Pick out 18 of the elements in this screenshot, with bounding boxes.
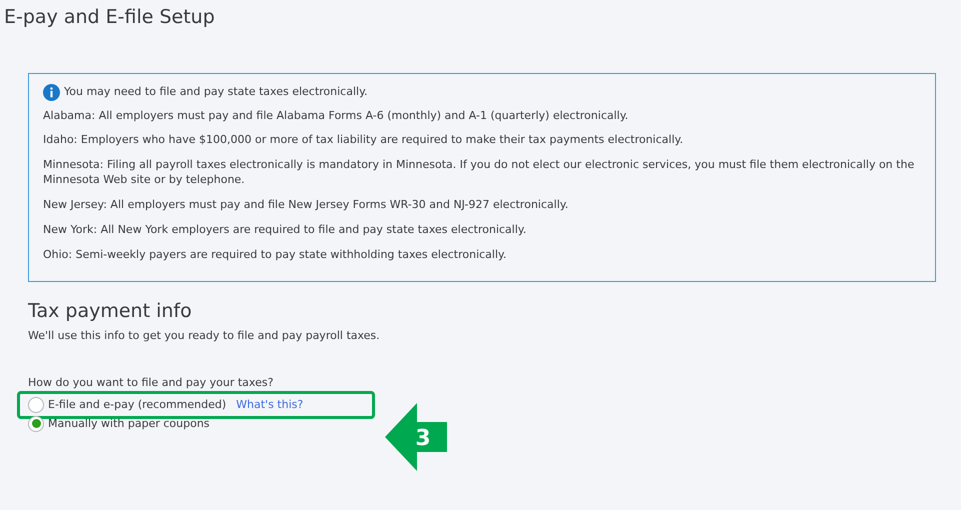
- state-requirement-text: Minnesota: Filing all payroll taxes electronically is mandatory in Minnesota. If you do not elect our electronic services, you must file them electronically on the Minnesota Web site or by telephone.: [43, 158, 916, 188]
- question-label: How do you want to file and pay your taxes?: [28, 374, 274, 391]
- notice-heading: You may need to file and pay state taxes electronically.: [64, 84, 368, 100]
- state-requirement-text: Alabama: All employers must pay and file Alabama Forms A-6 (monthly) and A-1 (quarterly) electronically.: [43, 108, 630, 124]
- page-title: E-pay and E-file Setup: [4, 5, 216, 30]
- option-label: E-file and e-pay (recommended): [48, 396, 226, 413]
- state-requirement-text: Idaho: Employers who have $100,000 or more of tax liability are required to make their tax payments electronically.: [43, 133, 684, 148]
- state-requirement-text: Ohio: Semi-weekly payers are required to pay state withholding taxes electronically.: [43, 248, 508, 262]
- help-link[interactable]: What's this?: [236, 396, 304, 414]
- state-requirement-text: New Jersey: All employers must pay and file New Jersey Forms WR-30 and NJ-927 electronically.: [43, 198, 570, 213]
- info-icon: [43, 84, 60, 101]
- option-label: Manually with paper coupons: [48, 416, 210, 432]
- radio-button[interactable]: [28, 396, 44, 413]
- state-requirement-text: New York: All New York employers are required to file and pay state taxes electronically.: [43, 222, 528, 238]
- step-number: 3: [415, 426, 431, 451]
- radio-button[interactable]: [28, 416, 44, 432]
- section-description: We'll use this info to get you ready to file and pay payroll taxes.: [28, 328, 381, 344]
- section-heading: Tax payment info: [28, 300, 193, 322]
